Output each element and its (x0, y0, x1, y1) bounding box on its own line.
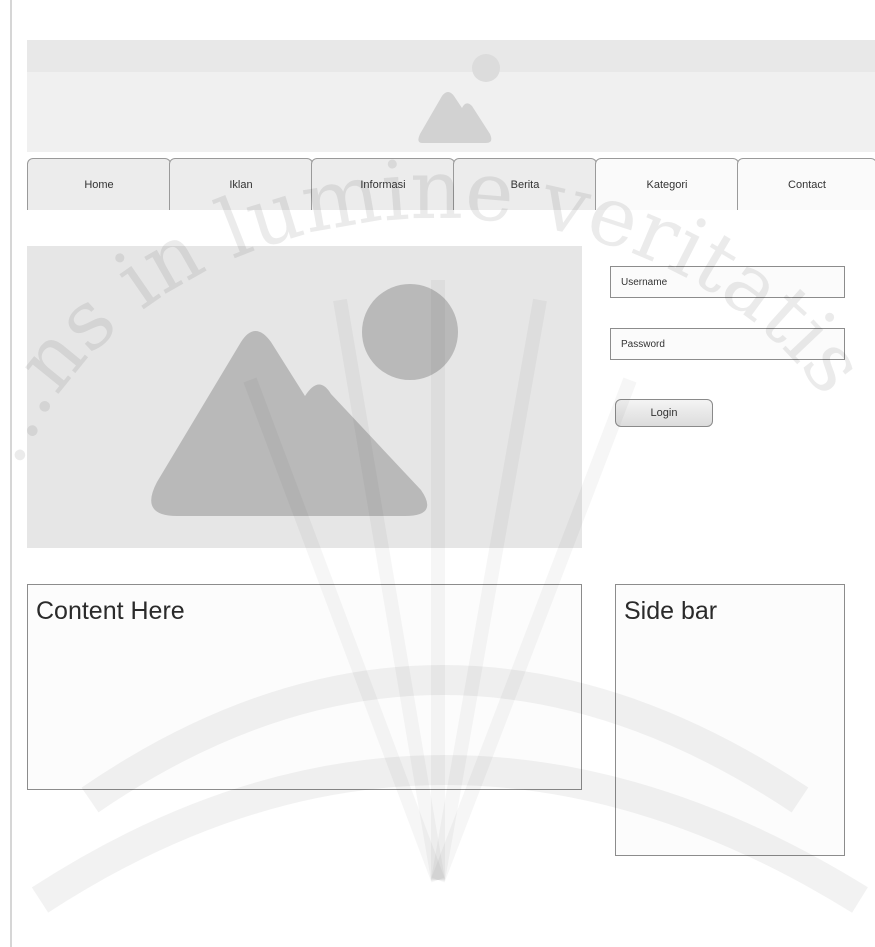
wireframe-page: Home Iklan Informasi Berita Kategori Con… (0, 0, 875, 947)
main-nav: Home Iklan Informasi Berita Kategori Con… (27, 158, 875, 212)
tab-informasi[interactable]: Informasi (311, 158, 455, 210)
username-input[interactable] (610, 266, 845, 298)
sidebar-area: Side bar (615, 584, 845, 856)
tab-iklan[interactable]: Iklan (169, 158, 313, 210)
tab-label: Berita (510, 178, 540, 191)
login-button[interactable]: Login (615, 399, 713, 427)
content-area: Content Here (27, 584, 582, 790)
content-title: Content Here (36, 597, 185, 625)
sidebar-title: Side bar (624, 597, 718, 625)
password-input[interactable] (610, 328, 845, 360)
tab-berita[interactable]: Berita (453, 158, 597, 210)
tab-kategori[interactable]: Kategori (595, 158, 739, 210)
tab-label: Contact (788, 178, 826, 191)
image-placeholder-icon (151, 284, 458, 516)
tab-label: Iklan (229, 178, 253, 191)
left-rule (10, 0, 12, 947)
tab-label: Informasi (360, 178, 406, 191)
hero-image-placeholder (27, 246, 582, 548)
header-banner (27, 40, 875, 152)
tab-label: Kategori (646, 178, 688, 191)
tab-home[interactable]: Home (27, 158, 171, 210)
logo-image-placeholder-icon (418, 54, 500, 143)
tab-label: Home (84, 178, 114, 191)
tab-contact[interactable]: Contact (737, 158, 875, 210)
